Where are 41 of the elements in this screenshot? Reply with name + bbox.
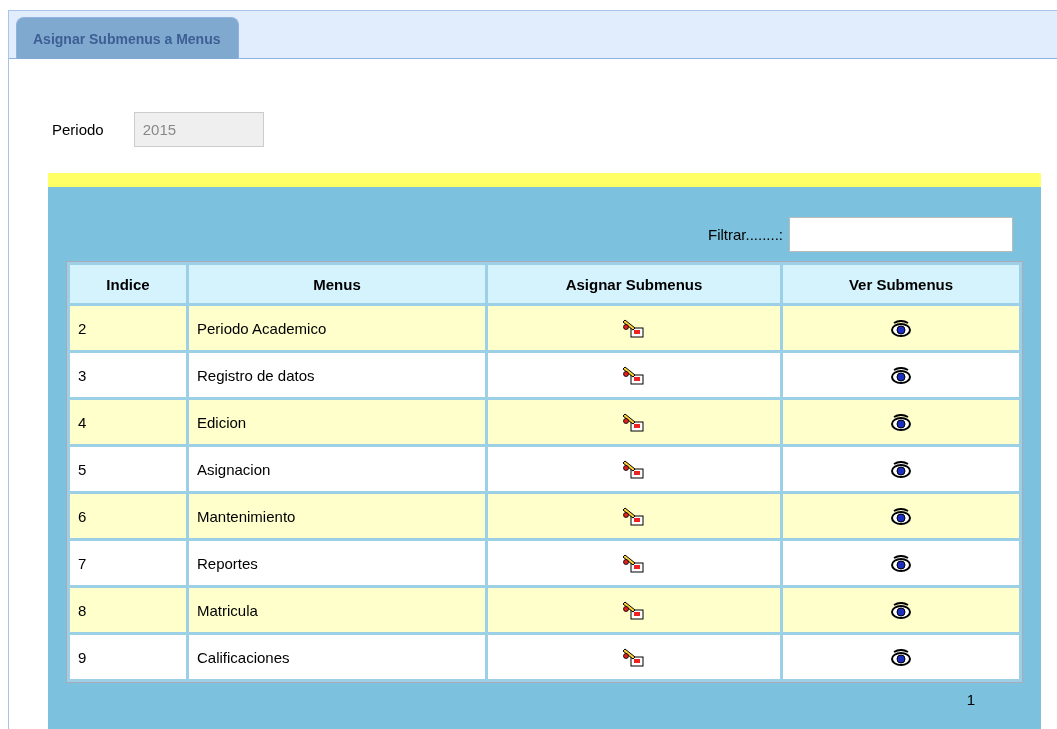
table-cell: Registro de datos: [189, 353, 485, 397]
tab[interactable]: Asignar Submenus a Menus: [16, 17, 240, 59]
eye-icon[interactable]: [891, 507, 911, 526]
column-header: Asignar Submenus: [488, 265, 780, 303]
table-cell: Matricula: [189, 588, 485, 632]
eye-icon[interactable]: [891, 366, 911, 385]
column-header: Indice: [70, 265, 186, 303]
periodo-label: Periodo: [52, 121, 104, 138]
column-header: Menus: [189, 265, 485, 303]
eye-icon[interactable]: [891, 554, 911, 573]
pencil-card-icon[interactable]: [623, 553, 645, 573]
pencil-card-icon[interactable]: [623, 600, 645, 620]
table-cell: Edicion: [189, 400, 485, 444]
pencil-card-icon[interactable]: [623, 365, 645, 385]
table-cell: 4: [70, 400, 186, 444]
eye-icon[interactable]: [891, 319, 911, 338]
column-header: Ver Submenus: [783, 265, 1019, 303]
pencil-card-icon[interactable]: [623, 412, 645, 432]
page-number[interactable]: 1: [966, 691, 975, 708]
table-cell: 7: [70, 541, 186, 585]
table-cell: 6: [70, 494, 186, 538]
eye-icon[interactable]: [891, 648, 911, 667]
filter-field[interactable]: [789, 217, 1013, 252]
eye-icon[interactable]: [891, 460, 911, 479]
table-cell: Asignacion: [189, 447, 485, 491]
table-cell: Calificaciones: [189, 635, 485, 679]
table-cell: Reportes: [189, 541, 485, 585]
table-cell: Periodo Academico: [189, 306, 485, 350]
table-cell: Mantenimiento: [189, 494, 485, 538]
eye-icon[interactable]: [891, 601, 911, 620]
pencil-card-icon[interactable]: [623, 647, 645, 667]
pencil-card-icon[interactable]: [623, 506, 645, 526]
table-cell: 2: [70, 306, 186, 350]
pencil-card-icon[interactable]: [623, 318, 645, 338]
table-cell: 8: [70, 588, 186, 632]
filter-label: Filtrar........:: [708, 226, 783, 243]
eye-icon[interactable]: [891, 413, 911, 432]
table-cell: 3: [70, 353, 186, 397]
table-cell: 9: [70, 635, 186, 679]
pencil-card-icon[interactable]: [623, 459, 645, 479]
table-cell: 5: [70, 447, 186, 491]
